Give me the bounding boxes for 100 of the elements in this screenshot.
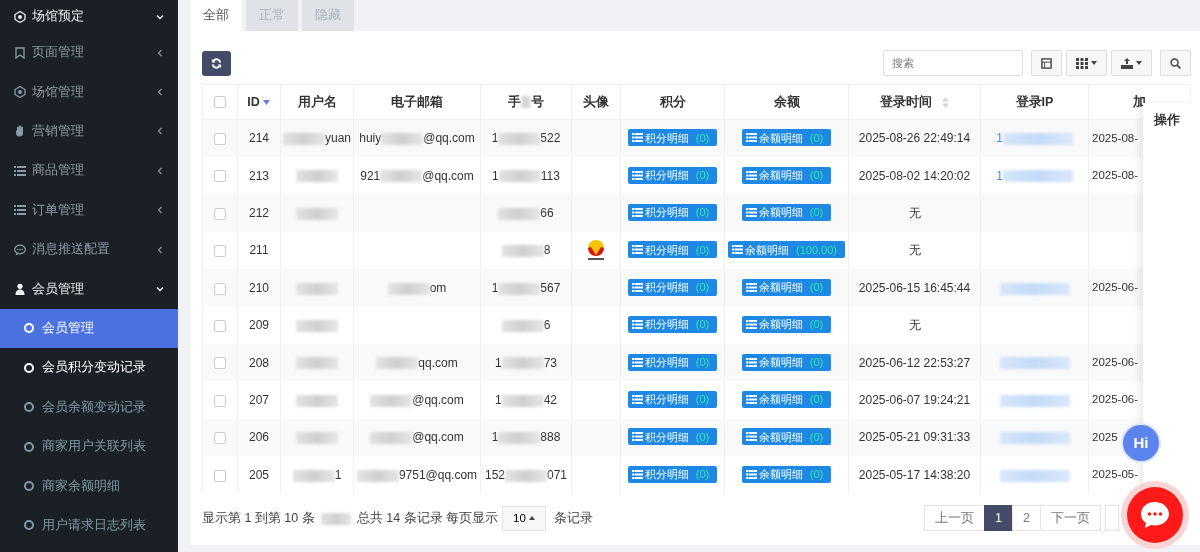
points-detail-button[interactable]: 积分明细 (0) [627,278,718,296]
chevron-icon [156,127,164,136]
sidebar-subitem[interactable]: 商家余额明细 [0,466,178,506]
tab[interactable]: 全部 [190,0,242,31]
cell-text: 210 [249,280,269,295]
page-button[interactable]: 下一页 [1040,505,1101,532]
sidebar-item[interactable]: 消息推送配置 [0,229,178,270]
row-checkbox[interactable] [214,432,226,445]
points-detail-button[interactable]: 积分明细 (0) [627,353,718,371]
balance-detail-button[interactable]: 余额明细 (0) [741,129,832,147]
column-header[interactable]: 积分 [659,94,686,109]
cell-text: 209 [249,318,269,333]
toggle-view-button[interactable] [1031,50,1062,76]
sidebar-subitem[interactable]: 商家用户关联列表 [0,426,178,467]
user-icon [14,283,26,296]
page-button[interactable]: 2 [1012,505,1041,532]
points-detail-button[interactable]: 积分明细 (0) [627,129,718,147]
sidebar-item[interactable]: 页面管理 [0,33,178,73]
balance-detail-button[interactable]: 余额明细 (0) [741,353,832,371]
list-icon [631,432,643,442]
sidebar-subitem[interactable]: 用户请求日志列表 [0,505,178,546]
hexagon-icon [14,86,26,99]
page-button[interactable]: 1 [984,505,1014,532]
column-header[interactable]: ID [247,94,260,109]
list-icon [745,170,757,180]
page-button[interactable]: 上一页 [924,505,986,532]
chevron-icon [156,12,164,21]
sidebar-subitem[interactable]: 会员管理 [0,308,178,349]
points-detail-button[interactable]: 积分明细 (0) [627,465,718,483]
cell-text: 1 [494,392,502,407]
sidebar-subitem[interactable]: 会员余额变动记录 [0,387,178,427]
columns-button[interactable] [1066,50,1107,76]
cell-text: 无 [908,243,921,258]
points-detail-button[interactable]: 积分明细 (0) [627,316,718,334]
points-detail-button[interactable]: 积分明细 (0) [627,390,718,408]
column-header[interactable]: 余额 [773,94,800,109]
balance-detail-button[interactable]: 余额明细 (0) [741,278,832,296]
sidebar-item[interactable]: 商品管理 [0,151,178,191]
sidebar-subitem[interactable]: 会员积分变动记录 [0,348,178,388]
row-checkbox[interactable] [214,245,226,258]
list-icon [631,469,643,479]
cell-text: huiy [359,131,382,146]
column-header[interactable]: 电子邮箱 [391,94,443,109]
balance-detail-button[interactable]: 余额明细 (0) [741,316,832,334]
chat-icon [1140,501,1170,529]
points-detail-button[interactable]: 积分明细 (0) [627,241,718,259]
sidebar-header[interactable]: 场馆预定 [0,0,178,33]
row-checkbox[interactable] [214,319,226,332]
points-detail-button[interactable]: 积分明细 (0) [627,428,718,446]
row-checkbox[interactable] [214,170,226,183]
cell-text: @qq.com [422,168,474,183]
cell-text: 2025-05- [1092,468,1139,481]
cell-text: 1 [491,280,499,295]
list-icon [14,164,26,177]
search-button[interactable] [1160,50,1191,76]
column-header[interactable]: 登录IP [1015,94,1054,109]
page-size-dropdown[interactable]: 10 [502,505,546,531]
chevron-icon [156,285,164,294]
cell-text: 2025 [1092,430,1118,443]
cell-text: 1 [491,430,499,445]
hexagon-icon [14,10,26,23]
cell-text: 211 [249,243,269,258]
chat-bubble[interactable]: Hi [1123,425,1159,461]
sidebar-item[interactable]: 营销管理 [0,111,178,152]
search-field[interactable]: 搜索 [883,50,1023,76]
export-icon [1121,57,1133,69]
list-icon [631,320,643,330]
list-icon [631,170,643,180]
column-header[interactable]: 登录时间 [880,94,932,109]
balance-detail-button[interactable]: 余额明细 (0) [741,465,832,483]
caret-icon [1136,61,1142,65]
row-checkbox[interactable] [214,394,226,407]
column-header[interactable]: 手 [508,94,521,109]
row-checkbox[interactable] [214,357,226,370]
cell-text: 113 [540,168,560,183]
page-size-label: 条记录 [553,510,593,528]
balance-detail-button[interactable]: 余额明细 (0) [741,203,832,221]
points-detail-button[interactable]: 积分明细 (0) [627,203,718,221]
list-icon [745,394,757,404]
grid-icon [1076,57,1088,69]
balance-detail-button[interactable]: 余额明细 (0) [741,390,832,408]
row-checkbox[interactable] [214,469,226,482]
select-all-checkbox[interactable] [214,96,226,109]
search-icon [1170,57,1181,69]
page-jump-field[interactable] [1105,505,1119,532]
sidebar-item[interactable]: 订单管理 [0,190,178,230]
row-checkbox[interactable] [214,133,226,146]
row-checkbox[interactable] [214,207,226,220]
balance-detail-button[interactable]: 余额明细 (0) [741,166,832,184]
row-checkbox[interactable] [214,282,226,295]
points-detail-button[interactable]: 积分明细 (0) [627,166,718,184]
sidebar-item[interactable]: 会员管理 [0,269,178,309]
column-header[interactable]: 号 [531,94,544,109]
list-icon [745,432,757,442]
balance-detail-button[interactable]: 余额明细 (0) [741,428,832,446]
export-button[interactable] [1111,50,1152,76]
list-icon [631,207,643,217]
refresh-button[interactable] [202,51,231,76]
sidebar-item[interactable]: 场馆管理 [0,72,178,112]
balance-detail-button[interactable]: 余额明细 (100.00) [728,241,845,259]
